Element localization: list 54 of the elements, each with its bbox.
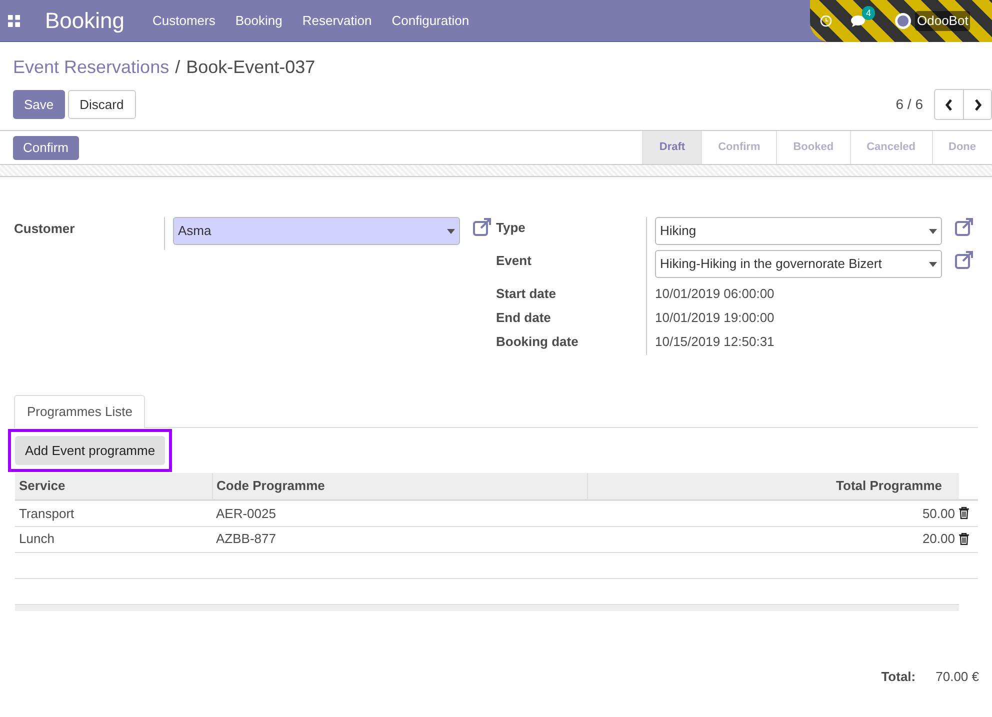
confirm-button[interactable]: Confirm <box>13 136 79 160</box>
table-cell: AZBB-877 <box>212 526 587 552</box>
table-cell: AER-0025 <box>212 500 587 526</box>
clock-icon[interactable] <box>820 15 832 27</box>
chevron-left-icon <box>945 98 953 110</box>
select-field[interactable]: Hiking-Hiking in the governorate Bizert <box>655 250 942 278</box>
breadcrumb-link[interactable]: Event Reservations <box>13 54 170 81</box>
external-link-icon[interactable] <box>472 217 492 237</box>
user-name[interactable]: OdooBot <box>915 11 970 31</box>
total-label: Total: <box>881 668 916 686</box>
menu-link[interactable]: Configuration <box>392 10 470 30</box>
menu-link[interactable]: Customers <box>152 10 216 30</box>
caret-icon <box>929 262 937 266</box>
table-cell: 20.00 <box>587 526 959 552</box>
field-value: 10/01/2019 06:00:00 <box>655 286 774 301</box>
external-link-icon[interactable] <box>954 217 974 237</box>
select-field[interactable]: Asma <box>173 217 460 245</box>
total-value: 70.00 € <box>936 668 979 686</box>
table-cell: 50.00 <box>587 500 959 526</box>
record-title: Book-Event-037 <box>186 56 316 79</box>
caret-icon <box>447 228 455 234</box>
column-header[interactable]: Service <box>15 473 212 500</box>
select-field[interactable]: Hiking <box>655 217 942 245</box>
field-value: 10/01/2019 19:00:00 <box>655 310 774 325</box>
avatar-icon <box>894 12 912 30</box>
caret-icon <box>929 228 937 234</box>
column-header[interactable]: Code Programme <box>212 473 587 500</box>
apps-menu-icon[interactable] <box>8 14 20 26</box>
save-button[interactable]: Save <box>13 90 65 119</box>
trash-icon[interactable] <box>959 533 969 545</box>
chevron-right-icon <box>974 98 982 110</box>
add-programme-button[interactable]: Add Event programme <box>15 436 166 465</box>
field-label: Start date <box>496 286 556 301</box>
menu-link[interactable]: Reservation <box>302 10 372 30</box>
field-value: 10/15/2019 12:50:31 <box>655 334 774 349</box>
breadcrumb-separator: / <box>175 56 180 79</box>
trash-icon[interactable] <box>959 507 969 520</box>
tab[interactable]: Programmes Liste <box>14 395 146 428</box>
field-label: Customer <box>14 220 76 238</box>
table-cell: Transport <box>15 500 212 526</box>
chat-icon[interactable] <box>850 15 866 27</box>
menu-link[interactable]: Booking <box>235 10 282 30</box>
table-cell: Lunch <box>15 526 212 552</box>
field-label: Event <box>496 253 532 268</box>
discard-button[interactable]: Discard <box>68 90 136 119</box>
message-count-badge: 4 <box>862 6 876 20</box>
field-label: Booking date <box>496 334 578 349</box>
pager-counter: 6 / 6 <box>896 95 923 114</box>
field-label: End date <box>496 310 551 325</box>
app-title: Booking <box>45 7 125 35</box>
status-stage[interactable]: Draft <box>642 131 702 164</box>
external-link-icon[interactable] <box>954 250 974 270</box>
column-header[interactable]: Total Programme <box>587 473 959 500</box>
field-label: Type <box>496 220 526 235</box>
